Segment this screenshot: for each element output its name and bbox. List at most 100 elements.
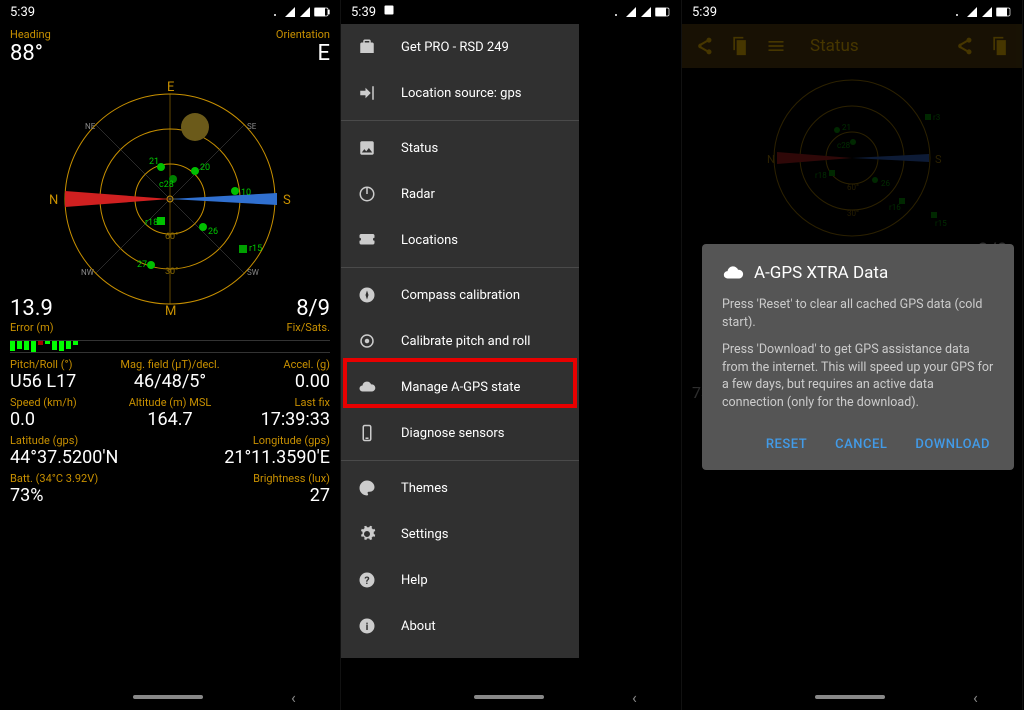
status-icons	[269, 6, 330, 18]
pitchroll-label: Pitch/Roll (°)	[10, 358, 117, 371]
menu-help[interactable]: ? Help	[341, 557, 579, 603]
lastfix-label: Last fix	[223, 396, 330, 409]
menu-location-source[interactable]: Location source: gps	[341, 70, 579, 116]
gear-icon	[357, 524, 377, 544]
menu-diagnose[interactable]: Diagnose sensors	[341, 410, 579, 456]
accel-label: Accel. (g)	[223, 358, 330, 371]
menu-label: Help	[401, 573, 428, 588]
navigation-drawer: Get PRO - RSD 249 Location source: gps S…	[341, 24, 579, 658]
menu-about[interactable]: i About	[341, 603, 579, 649]
lon-value: 21°11.3590'E	[170, 447, 330, 468]
svg-text:r15: r15	[249, 244, 262, 254]
menu-status[interactable]: Status	[341, 125, 579, 171]
svg-text:?: ?	[364, 574, 369, 587]
nav-home-pill[interactable]	[815, 695, 885, 699]
download-button[interactable]: DOWNLOAD	[911, 431, 994, 458]
signal-icon	[625, 6, 637, 18]
image-icon	[357, 138, 377, 158]
compass-area[interactable]: E S M N NE SE SW NW 21 c28 20 10 r18 26 …	[0, 70, 340, 328]
compass-dial: N S 21 c28 r3 r18 26 r16 r15 60° 30°	[707, 68, 997, 248]
topbar: Status	[682, 24, 1022, 68]
shop-icon	[357, 37, 377, 57]
menu-settings[interactable]: Settings	[341, 511, 579, 557]
cloud-download-icon	[722, 262, 744, 284]
svg-text:r16: r16	[889, 203, 901, 212]
phone-icon	[357, 423, 377, 443]
signal-icon	[966, 6, 978, 18]
menu-manage-agps[interactable]: Manage A-GPS state	[341, 364, 579, 410]
menu-radar[interactable]: Radar	[341, 171, 579, 217]
reset-button[interactable]: RESET	[762, 431, 811, 458]
lat-label: Latitude (gps)	[10, 434, 170, 447]
topbar-title: Status	[810, 36, 938, 56]
menu-calibrate-pitch[interactable]: Calibrate pitch and roll	[341, 318, 579, 364]
menu-compass-cal[interactable]: Compass calibration	[341, 272, 579, 318]
battery-icon	[655, 6, 671, 18]
svg-text:S: S	[283, 193, 291, 208]
help-icon: ?	[357, 570, 377, 590]
statusbar: 5:39	[341, 0, 681, 24]
statusbar: 5:39	[0, 0, 340, 24]
menu-get-pro[interactable]: Get PRO - RSD 249	[341, 24, 579, 70]
svg-text:M: M	[165, 304, 176, 319]
gallery-icon	[383, 4, 395, 16]
nav-back-icon[interactable]: ‹	[291, 688, 296, 707]
nav-back-icon[interactable]: ‹	[632, 688, 637, 707]
status-time: 5:39	[10, 5, 35, 20]
altitude-value: 164.7	[117, 409, 224, 430]
menu-label: About	[401, 619, 436, 634]
status-time: 5:39	[351, 4, 395, 20]
phone-screen-2: 5:39 Get PRO - RSD 249 Location source: …	[341, 0, 682, 710]
svg-text:S: S	[935, 153, 942, 166]
svg-text:i: i	[366, 620, 369, 633]
status-icons	[610, 6, 671, 18]
svg-text:SE: SE	[247, 122, 257, 131]
nav-back-icon[interactable]: ‹	[973, 688, 978, 707]
speed-label: Speed (km/h)	[10, 396, 117, 409]
wifi-icon	[610, 6, 622, 18]
menu-locations[interactable]: Locations	[341, 217, 579, 263]
copy-icon[interactable]	[730, 36, 750, 56]
share-icon[interactable]	[694, 36, 714, 56]
compass-dial: E S M N NE SE SW NW 21 c28 20 10 r18 26 …	[25, 79, 315, 319]
svg-text:60°: 60°	[847, 183, 859, 192]
altitude-label: Altitude (m) MSL	[117, 396, 224, 409]
bright-value: 27	[170, 485, 330, 506]
menu-label: Location source: gps	[401, 86, 521, 101]
battery-icon	[314, 6, 330, 18]
nav-home-pill[interactable]	[474, 695, 544, 699]
phone-screen-1: 5:39 Heading 88° Orientation E	[0, 0, 341, 710]
divider	[341, 267, 579, 268]
menu-label: Settings	[401, 527, 448, 542]
menu-label: Themes	[401, 481, 448, 496]
menu-label: Manage A-GPS state	[401, 380, 520, 395]
menu-themes[interactable]: Themes	[341, 465, 579, 511]
palette-icon	[357, 478, 377, 498]
nav-home-pill[interactable]	[133, 695, 203, 699]
navbar: ‹	[0, 684, 340, 710]
svg-text:r18: r18	[145, 218, 158, 228]
target-icon	[357, 331, 377, 351]
share-icon[interactable]	[954, 36, 974, 56]
cloud-download-icon	[357, 377, 377, 397]
radar-icon	[357, 184, 377, 204]
svg-text:21: 21	[842, 123, 851, 132]
svg-text:20: 20	[200, 163, 210, 173]
signal-icon-2	[640, 6, 652, 18]
svg-text:10: 10	[241, 188, 251, 198]
cancel-button[interactable]: CANCEL	[831, 431, 891, 458]
wifi-icon	[269, 6, 281, 18]
menu-label: Locations	[401, 233, 458, 248]
wifi-icon	[951, 6, 963, 18]
svg-text:60°: 60°	[165, 232, 178, 242]
copy-icon[interactable]	[990, 36, 1010, 56]
svg-text:SW: SW	[247, 268, 259, 277]
exit-icon	[357, 83, 377, 103]
svg-text:30°: 30°	[165, 267, 178, 277]
pitchroll-value: U56 L17	[10, 371, 117, 392]
orientation-label: Orientation	[276, 28, 330, 41]
compass-icon	[357, 285, 377, 305]
phone-screen-3: 5:39 Status	[682, 0, 1023, 710]
status-time: 5:39	[692, 5, 717, 20]
menu-icon[interactable]	[766, 36, 786, 56]
